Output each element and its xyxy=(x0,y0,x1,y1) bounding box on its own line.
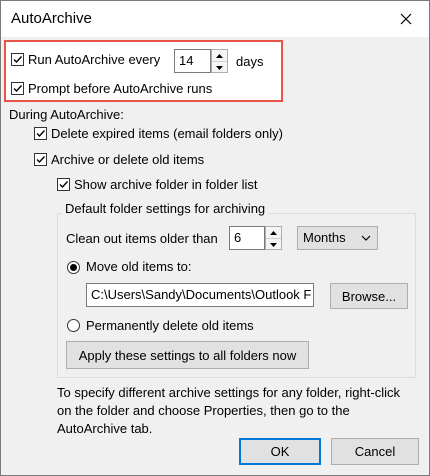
clean-out-input[interactable]: 6 xyxy=(229,226,265,250)
browse-button[interactable]: Browse... xyxy=(330,283,408,309)
delete-expired-checkbox[interactable] xyxy=(34,127,47,140)
close-icon xyxy=(400,13,412,25)
spin-up-button[interactable] xyxy=(212,50,227,61)
close-button[interactable] xyxy=(383,1,429,37)
permanently-delete-label: Permanently delete old items xyxy=(86,318,254,333)
run-autoarchive-checkbox[interactable] xyxy=(11,53,24,66)
title-bar: AutoArchive xyxy=(1,1,429,37)
spin-down-button[interactable] xyxy=(212,61,227,73)
spin-up-button[interactable] xyxy=(266,227,281,238)
days-spinner[interactable] xyxy=(211,49,228,73)
show-folder-checkbox[interactable] xyxy=(57,178,70,191)
checkmark-icon xyxy=(36,156,46,164)
clean-out-label: Clean out items older than xyxy=(66,231,218,246)
checkmark-icon xyxy=(59,181,69,189)
move-old-items-radio[interactable] xyxy=(67,261,80,274)
caret-down-icon xyxy=(216,65,223,70)
select-value: Months xyxy=(303,230,346,245)
during-autoarchive-label: During AutoArchive: xyxy=(9,107,124,122)
apply-to-all-folders-button[interactable]: Apply these settings to all folders now xyxy=(66,341,309,369)
clean-out-unit-select[interactable]: Months xyxy=(297,226,378,250)
info-text: To specify different archive settings fo… xyxy=(57,385,400,436)
group-title: Default folder settings for archiving xyxy=(62,201,269,216)
checkmark-icon xyxy=(36,130,46,138)
ok-button[interactable]: OK xyxy=(239,438,321,465)
prompt-before-checkbox[interactable] xyxy=(11,82,24,95)
cancel-button[interactable]: Cancel xyxy=(331,438,419,465)
caret-up-icon xyxy=(216,53,223,58)
spin-down-button[interactable] xyxy=(266,238,281,250)
run-autoarchive-label: Run AutoArchive every xyxy=(28,52,161,67)
chevron-down-icon xyxy=(361,235,371,241)
show-folder-label: Show archive folder in folder list xyxy=(74,177,258,192)
checkmark-icon xyxy=(13,56,23,64)
clean-out-spinner[interactable] xyxy=(265,226,282,250)
prompt-before-label: Prompt before AutoArchive runs xyxy=(28,81,213,96)
archive-path-field[interactable]: C:\Users\Sandy\Documents\Outlook F xyxy=(86,283,314,307)
permanently-delete-radio[interactable] xyxy=(67,319,80,332)
archive-old-checkbox[interactable] xyxy=(34,153,47,166)
move-old-items-label: Move old items to: xyxy=(86,259,192,274)
days-unit-label: days xyxy=(236,54,264,69)
caret-up-icon xyxy=(270,230,277,235)
days-input[interactable]: 14 xyxy=(174,49,211,73)
autoarchive-dialog: AutoArchive Run AutoArchive every 14 day… xyxy=(0,0,430,476)
checkmark-icon xyxy=(13,85,23,93)
caret-down-icon xyxy=(270,242,277,247)
window-title: AutoArchive xyxy=(11,10,92,27)
archive-old-label: Archive or delete old items xyxy=(51,152,205,167)
delete-expired-label: Delete expired items (email folders only… xyxy=(51,126,283,141)
